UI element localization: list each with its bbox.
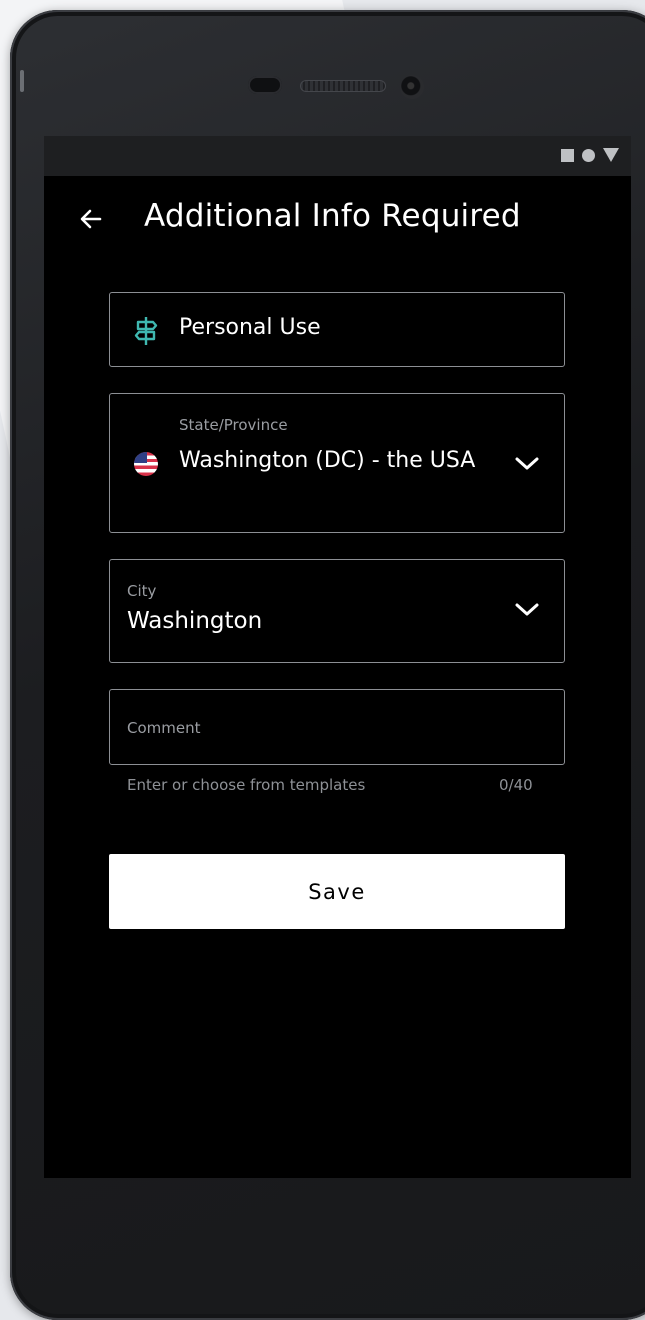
purpose-field[interactable]: Personal Use [109, 292, 565, 367]
signpost-icon [134, 317, 158, 345]
chevron-down-icon [515, 603, 539, 616]
phone-side-button [20, 70, 24, 92]
chevron-down-icon [515, 457, 539, 470]
arrow-left-icon [80, 209, 102, 229]
state-value: Washington (DC) - the USA [179, 448, 476, 473]
comment-field[interactable] [109, 689, 565, 765]
phone-sensor [248, 76, 282, 94]
page-title: Additional Info Required [144, 198, 521, 234]
back-button[interactable] [78, 204, 106, 234]
comment-helper-text: Enter or choose from templates [127, 776, 366, 794]
state-province-dropdown[interactable]: State/Province Washington (DC) - the USA [109, 393, 565, 533]
header: Additional Info Required [44, 176, 631, 266]
comment-char-counter: 0/40 [499, 776, 533, 794]
app-screen: Additional Info Required Personal Use St… [44, 176, 631, 1178]
city-value: Washington [127, 608, 263, 634]
save-button[interactable]: Save [109, 854, 565, 929]
city-label: City [127, 582, 157, 600]
circle-icon [582, 148, 595, 162]
phone-speaker [300, 80, 386, 92]
purpose-value: Personal Use [179, 315, 321, 340]
status-icons [561, 148, 619, 162]
city-dropdown[interactable]: City Washington [109, 559, 565, 663]
comment-input[interactable] [127, 714, 547, 742]
phone-camera [400, 75, 424, 99]
state-label: State/Province [179, 416, 288, 434]
us-flag-icon [134, 452, 158, 476]
triangle-down-icon [603, 148, 619, 162]
square-icon [561, 148, 574, 162]
status-bar [44, 136, 631, 176]
